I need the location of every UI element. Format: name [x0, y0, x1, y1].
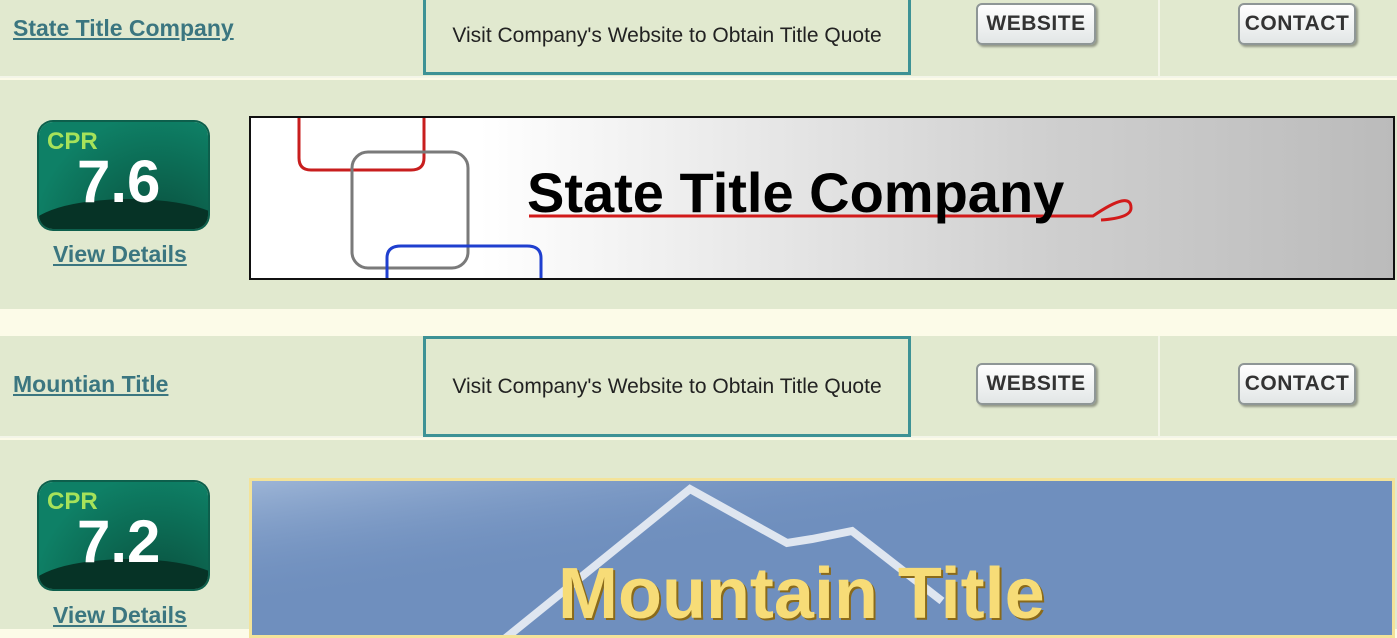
title-quote-notice: Visit Company's Website to Obtain Title …	[423, 0, 911, 75]
cpr-score: 7.6	[77, 148, 161, 215]
cpr-rating-badge: CPR 7.6	[39, 122, 208, 229]
column-divider	[1158, 0, 1160, 78]
view-details-link[interactable]: View Details	[53, 241, 187, 268]
quote-text: Visit Company's Website to Obtain Title …	[452, 374, 882, 398]
column-divider	[1158, 336, 1160, 438]
listing-info-row: Mountian Title Visit Company's Website t…	[0, 336, 1397, 438]
listing-detail-row: CPR 7.2 View Details Mountain Title	[0, 440, 1397, 638]
view-details-link[interactable]: View Details	[53, 602, 187, 629]
quote-text: Visit Company's Website to Obtain Title …	[452, 24, 882, 47]
company-name-link[interactable]: Mountian Title	[13, 371, 168, 398]
cpr-rating-badge: CPR 7.2	[39, 482, 208, 589]
banner-company-name: Mountain Title	[558, 554, 1045, 634]
website-button[interactable]: WEBSITE	[976, 3, 1096, 45]
company-banner[interactable]: State Title Company	[249, 116, 1395, 280]
website-button[interactable]: WEBSITE	[976, 363, 1096, 405]
banner-company-name: State Title Company	[527, 161, 1065, 224]
listing-detail-row: CPR 7.6 View Details State Title Company	[0, 80, 1397, 309]
listing-info-row: State Title Company Visit Company's Webs…	[0, 0, 1397, 78]
contact-button[interactable]: CONTACT	[1238, 363, 1356, 405]
company-banner[interactable]: Mountain Title	[249, 478, 1395, 638]
listing-separator	[0, 309, 1397, 336]
company-name-link[interactable]: State Title Company	[13, 15, 234, 42]
title-quote-notice: Visit Company's Website to Obtain Title …	[423, 336, 911, 437]
contact-button[interactable]: CONTACT	[1238, 3, 1356, 45]
cpr-score: 7.2	[77, 508, 161, 575]
